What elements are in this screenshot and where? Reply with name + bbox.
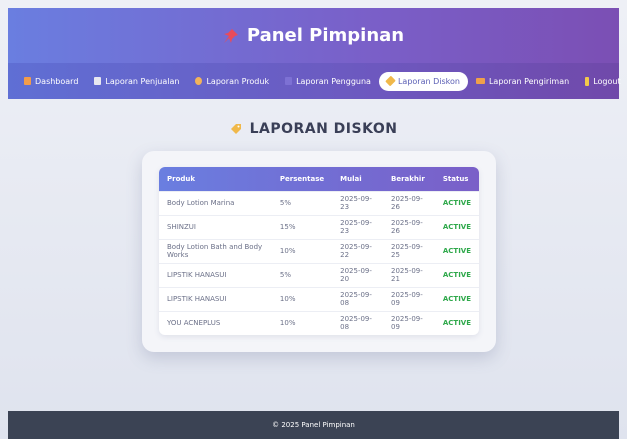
cell-produk: LIPSTIK HANASUI	[159, 262, 272, 287]
cell-mulai: 2025-09-08	[332, 286, 384, 311]
status-badge: ACTIVE	[434, 214, 479, 239]
header-title-text: Panel Pimpinan	[246, 25, 405, 46]
nav-item-laporan-diskon[interactable]: Laporan Diskon	[378, 71, 468, 91]
nav-item-label: Laporan Pengiriman	[488, 76, 570, 86]
status-badge: ACTIVE	[434, 310, 479, 335]
nav-item-laporan-pengguna[interactable]: Laporan Pengguna	[277, 72, 379, 91]
app-header: Panel Pimpinan	[8, 8, 619, 63]
product-icon	[195, 77, 203, 85]
table-row: LIPSTIK HANASUI 5% 2025-09-20 2025-09-21…	[159, 262, 479, 287]
nav-item-label: Laporan Pengguna	[296, 76, 371, 86]
footer-text: © 2025 Panel Pimpinan	[272, 421, 355, 429]
column-header-berakhir: Berakhir	[391, 174, 425, 183]
tag-icon	[385, 75, 396, 87]
table-row: SHINZUI 15% 2025-09-23 2025-09-26 ACTIVE	[159, 214, 479, 239]
table-row: Body Lotion Bath and Body Works 10% 2025…	[159, 238, 479, 263]
document-icon	[94, 77, 102, 85]
cell-persentase: 10%	[271, 286, 333, 311]
cell-mulai: 2025-09-22	[332, 238, 384, 263]
column-header-persentase: Persentase	[279, 174, 325, 183]
nav-item-laporan-pengiriman[interactable]: Laporan Pengiriman	[468, 72, 577, 91]
status-badge: ACTIVE	[434, 190, 479, 215]
cell-berakhir: 2025-09-26	[383, 190, 435, 215]
status-badge: ACTIVE	[434, 286, 479, 311]
truck-icon	[475, 78, 485, 84]
nav-item-dashboard[interactable]: Dashboard	[16, 72, 86, 91]
cell-produk: Body Lotion Bath and Body Works	[159, 238, 272, 263]
cell-mulai: 2025-09-20	[332, 262, 384, 287]
cell-persentase: 10%	[271, 310, 333, 335]
column-header-status: Status	[442, 174, 469, 183]
page-title: LAPORAN DISKON	[8, 121, 619, 137]
nav-item-label: Logout	[593, 76, 621, 86]
main-content: LAPORAN DISKON Produk Persentase Mulai B…	[8, 99, 619, 411]
users-icon	[285, 77, 293, 85]
cell-persentase: 15%	[271, 214, 333, 239]
table-row: YOU ACNEPLUS 10% 2025-09-08 2025-09-09 A…	[159, 310, 479, 335]
cell-produk: Body Lotion Marina	[159, 190, 272, 215]
cell-persentase: 5%	[271, 262, 333, 287]
nav-item-laporan-produk[interactable]: Laporan Produk	[187, 72, 277, 91]
column-header-produk: Produk	[167, 174, 196, 183]
nav-item-label: Laporan Penjualan	[105, 76, 180, 86]
nav-item-label: Laporan Diskon	[397, 76, 460, 86]
discount-table: Produk Persentase Mulai Berakhir Status …	[159, 167, 479, 335]
table-header-row: Produk Persentase Mulai Berakhir Status	[159, 167, 479, 191]
report-card: Produk Persentase Mulai Berakhir Status …	[142, 151, 496, 352]
cell-berakhir: 2025-09-26	[383, 214, 435, 239]
cell-produk: LIPSTIK HANASUI	[159, 286, 272, 311]
nav-item-label: Laporan Produk	[206, 76, 270, 86]
app-footer: © 2025 Panel Pimpinan	[8, 411, 619, 439]
cell-persentase: 5%	[271, 190, 333, 215]
cell-mulai: 2025-09-23	[332, 190, 384, 215]
table-row: Body Lotion Marina 5% 2025-09-23 2025-09…	[159, 190, 479, 215]
cell-produk: YOU ACNEPLUS	[159, 310, 272, 335]
pin-icon	[223, 28, 238, 43]
nav-item-logout[interactable]: Logout	[577, 72, 627, 91]
nav-item-label: Dashboard	[35, 76, 79, 86]
tag-icon	[230, 124, 241, 134]
cell-berakhir: 2025-09-21	[383, 262, 435, 287]
page-title-text: LAPORAN DISKON	[249, 121, 398, 137]
cell-berakhir: 2025-09-25	[383, 238, 435, 263]
cell-mulai: 2025-09-23	[332, 214, 384, 239]
status-badge: ACTIVE	[434, 238, 479, 263]
dashboard-icon	[24, 77, 31, 85]
cell-mulai: 2025-09-08	[332, 310, 384, 335]
column-header-mulai: Mulai	[340, 174, 362, 183]
table-row: LIPSTIK HANASUI 10% 2025-09-08 2025-09-0…	[159, 286, 479, 311]
cell-persentase: 10%	[271, 238, 333, 263]
status-badge: ACTIVE	[434, 262, 479, 287]
cell-produk: SHINZUI	[159, 214, 272, 239]
main-nav: Dashboard Laporan Penjualan Laporan Prod…	[8, 63, 621, 99]
cell-berakhir: 2025-09-09	[383, 310, 435, 335]
logout-icon	[585, 76, 590, 86]
header-title: Panel Pimpinan	[223, 25, 404, 46]
nav-item-laporan-penjualan[interactable]: Laporan Penjualan	[86, 72, 187, 91]
cell-berakhir: 2025-09-09	[383, 286, 435, 311]
